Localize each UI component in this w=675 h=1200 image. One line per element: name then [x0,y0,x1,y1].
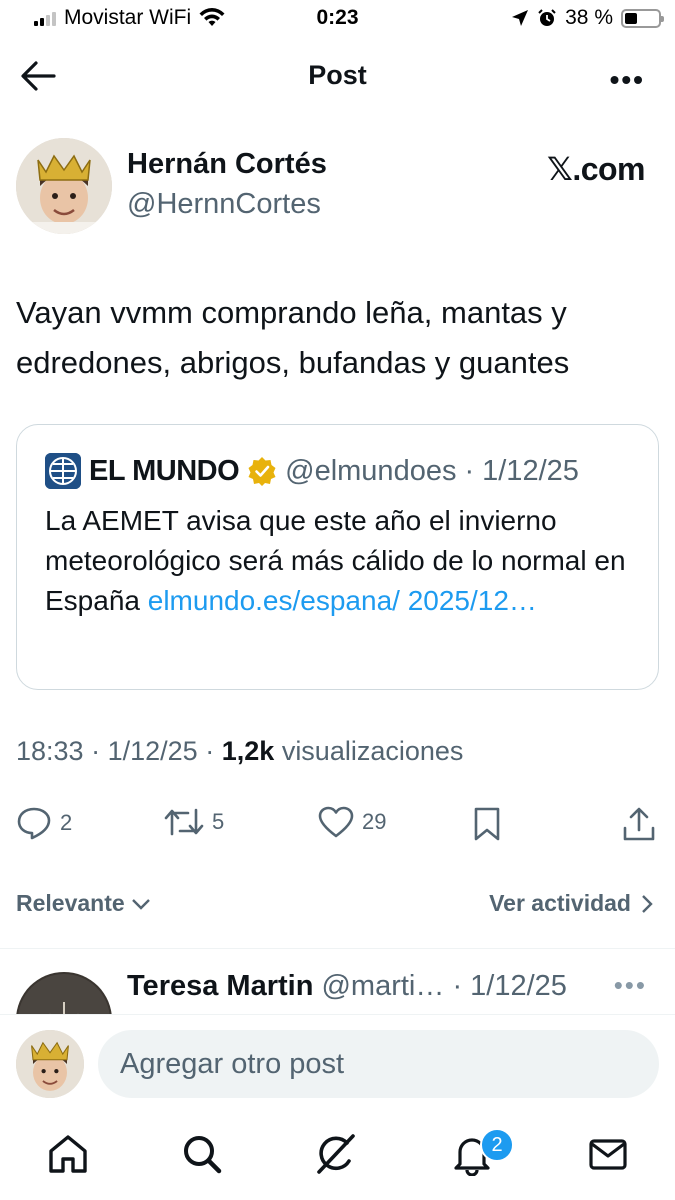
author-name[interactable]: Hernán Cortés [127,148,327,181]
reply-date: 1/12/25 [470,970,567,1002]
el-mundo-logo-icon [45,453,81,489]
reply-count: 2 [60,810,73,835]
quoted-author-name: EL MUNDO [89,454,240,487]
quoted-link[interactable]: elmundo.es/espana/ 2025/12… [148,585,537,616]
heart-icon [318,806,354,838]
share-button[interactable] [622,806,656,842]
messages-icon[interactable] [586,1132,630,1176]
bookmark-button[interactable] [472,806,502,842]
post-text: Vayan vvmm comprando leña, mantas y edre… [16,295,570,380]
source-label: 𝕏.com [547,151,645,187]
verified-badge-icon [248,457,276,486]
chevron-right-icon [642,894,653,913]
share-icon [623,807,655,841]
reply-button[interactable]: 2 [16,806,72,840]
grok-icon[interactable] [314,1132,358,1176]
reply-author-name[interactable]: Teresa Martin [127,970,313,1002]
status-bar: Movistar WiFi 0:23 38 % [0,0,675,36]
bottom-tab-bar [0,1114,675,1200]
more-options-icon[interactable]: ••• [610,64,645,96]
post-date: 1/12/25 [107,736,198,766]
views-count: 1,2k [221,736,275,766]
like-button[interactable]: 29 [318,806,386,838]
author-avatar[interactable] [16,138,112,234]
view-activity-link[interactable]: Ver actividad [489,890,653,917]
status-right: 38 % [511,6,664,30]
quoted-post[interactable]: EL MUNDO @elmundoes · 1/12/25 La AEMET a… [16,424,659,690]
quoted-author-handle: @elmundoes [285,454,457,487]
sort-label: Relevante [16,890,125,916]
repost-button[interactable]: 5 [164,806,224,838]
separator: · [91,736,101,766]
reply-input[interactable] [98,1030,659,1098]
separator: · [464,454,475,487]
sort-dropdown[interactable]: Relevante [16,890,151,917]
composer-avatar [16,1030,84,1098]
battery-icon [621,8,664,28]
post-actions: 2 5 29 [0,800,675,850]
chevron-down-icon [131,898,150,910]
location-icon [512,10,529,26]
like-count: 29 [362,809,387,834]
reply-icon [17,807,51,840]
alarm-icon [538,9,556,26]
repost-icon [164,808,204,836]
quoted-post-header: EL MUNDO @elmundoes · 1/12/25 [45,453,579,489]
separator: · [452,970,463,1002]
page-title: Post [308,60,367,90]
battery-percent: 38 % [565,6,613,29]
separator: · [205,736,215,766]
reply-header: Teresa Martin @marti… · 1/12/25 [127,970,567,1003]
notifications-badge: 2 [480,1128,514,1162]
views-label: visualizaciones [281,736,464,766]
divider [0,948,675,949]
repost-count: 5 [212,809,225,834]
post-meta: 18:33 · 1/12/25 · 1,2k visualizaciones [16,736,463,767]
home-icon[interactable] [46,1132,90,1176]
quoted-post-text: La AEMET avisa que este año el invierno … [45,501,645,620]
search-icon[interactable] [180,1132,224,1176]
reply-author-handle[interactable]: @marti… [321,970,444,1002]
quoted-date: 1/12/25 [482,454,579,487]
reply-more-icon[interactable]: ••• [614,970,647,1001]
author-handle[interactable]: @HernnCortes [127,188,321,221]
bookmark-icon [474,807,500,841]
post-time: 18:33 [16,736,84,766]
activity-label: Ver actividad [489,890,631,916]
post-header: Post ••• [0,44,675,108]
